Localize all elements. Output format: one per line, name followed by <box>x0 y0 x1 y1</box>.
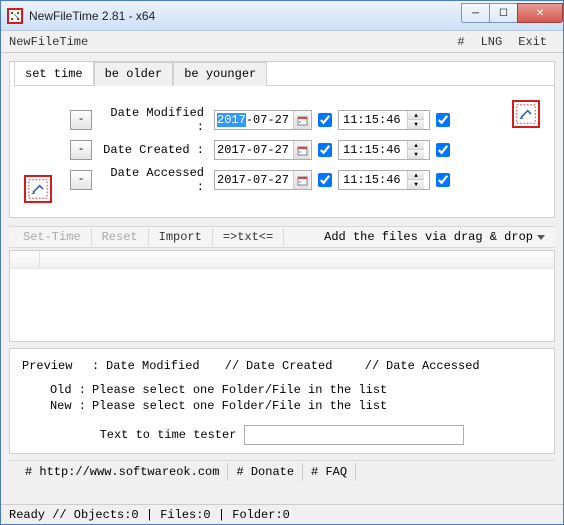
status-text: Ready // Objects:0 | Files:0 | Folder:0 <box>9 508 290 522</box>
titlebar[interactable]: NewFileTime 2.81 - x64 ─ ☐ ✕ <box>1 1 563 31</box>
drag-drop-label: Add the files via drag & drop <box>324 230 533 244</box>
menubar: NewFileTime # LNG Exit <box>1 31 563 53</box>
drag-drop-menu[interactable]: Add the files via drag & drop <box>318 228 551 246</box>
close-button[interactable]: ✕ <box>517 3 563 23</box>
toolbar: Set-Time Reset Import =>txt<= Add the fi… <box>9 226 555 248</box>
tab-panel: set time be older be younger - Date Modi… <box>9 61 555 218</box>
time-modified-field[interactable] <box>339 113 407 127</box>
calendar-dropdown-icon[interactable] <box>293 111 310 129</box>
tab-body: - Date Modified : 2017-07-27 ▲▼ - D <box>10 87 554 203</box>
txt-button[interactable]: =>txt<= <box>213 228 284 246</box>
preview-col-created: Date Created <box>246 359 358 373</box>
label-modified: Date Modified : <box>98 106 208 134</box>
preview-label: Preview <box>22 359 92 373</box>
menu-hash[interactable]: # <box>449 33 472 51</box>
preview-col-modified: Date Modified <box>106 359 218 373</box>
drop-target-icon[interactable] <box>512 100 540 128</box>
check-created-date[interactable] <box>318 143 332 157</box>
menu-exit[interactable]: Exit <box>510 33 555 51</box>
window-title: NewFileTime 2.81 - x64 <box>29 9 461 23</box>
tester-row: Text to time tester <box>22 425 542 445</box>
minimize-button[interactable]: ─ <box>461 3 489 23</box>
calendar-dropdown-icon[interactable] <box>293 141 310 159</box>
time-accessed-field[interactable] <box>339 173 407 187</box>
date-accessed-input[interactable]: 2017-07-27 <box>214 170 312 190</box>
tab-be-younger[interactable]: be younger <box>173 62 267 86</box>
tester-label: Text to time tester <box>100 428 237 442</box>
tab-be-older[interactable]: be older <box>94 62 174 86</box>
chevron-up-icon[interactable]: ▲ <box>408 171 424 180</box>
content-area: set time be older be younger - Date Modi… <box>1 53 563 504</box>
tester-input[interactable] <box>244 425 464 445</box>
time-created-input[interactable]: ▲▼ <box>338 140 430 160</box>
app-icon <box>7 8 23 24</box>
preview-header-row: Preview : Date Modified // Date Created … <box>22 359 542 373</box>
check-created-time[interactable] <box>436 143 450 157</box>
link-website[interactable]: # http://www.softwareok.com <box>17 463 228 481</box>
file-list-column[interactable] <box>10 251 40 268</box>
maximize-button[interactable]: ☐ <box>489 3 517 23</box>
calendar-dropdown-icon[interactable] <box>293 171 310 189</box>
time-created-field[interactable] <box>339 143 407 157</box>
preview-old-label: Old : <box>22 383 92 397</box>
label-created: Date Created : <box>98 143 208 157</box>
file-list[interactable] <box>9 250 555 342</box>
check-modified-time[interactable] <box>436 113 450 127</box>
link-donate[interactable]: # Donate <box>228 463 303 481</box>
preview-col-accessed: Date Accessed <box>386 359 498 373</box>
label-accessed: Date Accessed : <box>98 166 208 194</box>
statusbar: Ready // Objects:0 | Files:0 | Folder:0 <box>1 504 563 524</box>
chevron-down-icon[interactable]: ▼ <box>408 180 424 189</box>
minus-button-created[interactable]: - <box>70 140 92 160</box>
minus-button-accessed[interactable]: - <box>70 170 92 190</box>
preview-old-row: Old : Please select one Folder/File in t… <box>22 383 542 397</box>
row-created: - Date Created : 2017-07-27 ▲▼ <box>24 135 540 165</box>
chevron-up-icon[interactable]: ▲ <box>408 111 424 120</box>
chevron-down-icon[interactable]: ▼ <box>408 120 424 129</box>
time-created-spinner[interactable]: ▲▼ <box>407 141 424 159</box>
chevron-down-icon <box>537 235 545 240</box>
row-modified: - Date Modified : 2017-07-27 ▲▼ <box>24 105 540 135</box>
set-time-button[interactable]: Set-Time <box>13 228 92 246</box>
chevron-up-icon[interactable]: ▲ <box>408 141 424 150</box>
check-modified-date[interactable] <box>318 113 332 127</box>
tab-set-time[interactable]: set time <box>14 61 94 85</box>
preview-old-msg: Please select one Folder/File in the lis… <box>92 383 387 397</box>
reset-button[interactable]: Reset <box>92 228 149 246</box>
time-modified-spinner[interactable]: ▲▼ <box>407 111 424 129</box>
import-button[interactable]: Import <box>149 228 213 246</box>
date-created-input[interactable]: 2017-07-27 <box>214 140 312 160</box>
menu-lng[interactable]: LNG <box>473 33 511 51</box>
chevron-down-icon[interactable]: ▼ <box>408 150 424 159</box>
preview-new-label: New : <box>22 399 92 413</box>
row-accessed: - Date Accessed : 2017-07-27 ▲▼ <box>24 165 540 195</box>
check-accessed-date[interactable] <box>318 173 332 187</box>
menubar-app-name[interactable]: NewFileTime <box>9 35 449 49</box>
check-accessed-time[interactable] <box>436 173 450 187</box>
preview-panel: Preview : Date Modified // Date Created … <box>9 348 555 454</box>
file-list-header[interactable] <box>10 251 554 269</box>
link-faq[interactable]: # FAQ <box>303 463 356 481</box>
time-modified-input[interactable]: ▲▼ <box>338 110 430 130</box>
preview-new-msg: Please select one Folder/File in the lis… <box>92 399 387 413</box>
tab-strip: set time be older be younger <box>14 61 554 86</box>
window-controls: ─ ☐ ✕ <box>461 3 563 23</box>
drop-source-icon[interactable] <box>24 175 52 203</box>
time-accessed-spinner[interactable]: ▲▼ <box>407 171 424 189</box>
bottom-bar: # http://www.softwareok.com # Donate # F… <box>9 460 555 482</box>
minus-button-modified[interactable]: - <box>70 110 92 130</box>
date-modified-input[interactable]: 2017-07-27 <box>214 110 312 130</box>
app-window: NewFileTime 2.81 - x64 ─ ☐ ✕ NewFileTime… <box>0 0 564 525</box>
time-accessed-input[interactable]: ▲▼ <box>338 170 430 190</box>
preview-new-row: New : Please select one Folder/File in t… <box>22 399 542 413</box>
date-modified-year-selected[interactable]: 2017 <box>217 113 246 127</box>
date-modified-rest[interactable]: -07-27 <box>246 113 289 127</box>
